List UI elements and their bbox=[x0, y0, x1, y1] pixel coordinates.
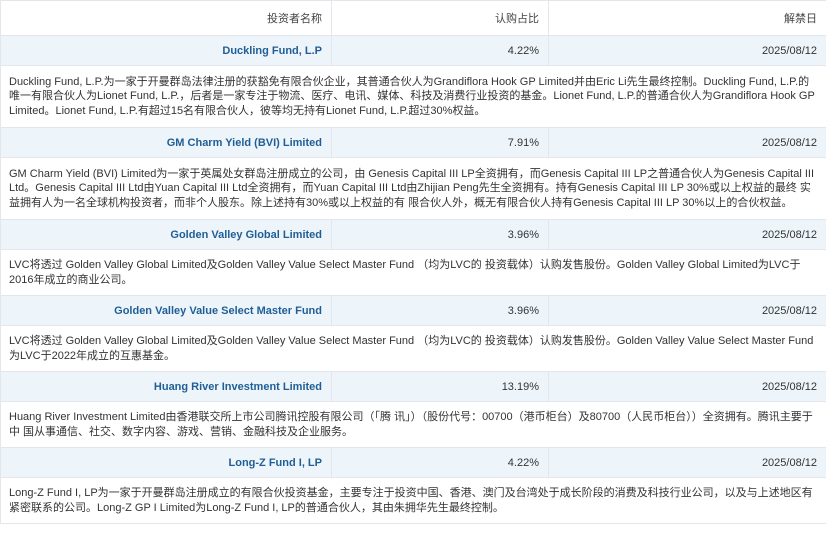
header-unlock-date: 解禁日 bbox=[548, 0, 826, 36]
investor-description: GM Charm Yield (BVI) Limited为一家于英属处女群岛注册… bbox=[0, 157, 826, 220]
subscription-ratio-cell: 3.96% bbox=[331, 295, 549, 326]
investor-name-cell[interactable]: Golden Valley Global Limited bbox=[0, 219, 332, 250]
subscription-ratio-cell: 3.96% bbox=[331, 219, 549, 250]
investor-name-cell[interactable]: Golden Valley Value Select Master Fund bbox=[0, 295, 332, 326]
investor-description: LVC将透过 Golden Valley Global Limited及Gold… bbox=[0, 249, 826, 296]
investor-name-cell[interactable]: Duckling Fund, L.P bbox=[0, 35, 332, 66]
investor-name-cell[interactable]: GM Charm Yield (BVI) Limited bbox=[0, 127, 332, 158]
unlock-date-cell: 2025/08/12 bbox=[548, 127, 826, 158]
investor-row: Long-Z Fund I, LP 4.22% 2025/08/12 bbox=[0, 447, 826, 478]
investor-name-cell[interactable]: Huang River Investment Limited bbox=[0, 371, 332, 402]
investor-description-row: Duckling Fund, L.P.为一家于开曼群岛法律注册的获豁免有限合伙企… bbox=[0, 65, 826, 128]
investor-description: Long-Z Fund I, LP为一家于开曼群岛注册成立的有限合伙投资基金，主… bbox=[0, 477, 826, 524]
investor-description: Huang River Investment Limited由香港联交所上市公司… bbox=[0, 401, 826, 448]
investor-description-row: Long-Z Fund I, LP为一家于开曼群岛注册成立的有限合伙投资基金，主… bbox=[0, 477, 826, 524]
investor-description-row: LVC将透过 Golden Valley Global Limited及Gold… bbox=[0, 249, 826, 296]
subscription-ratio-cell: 4.22% bbox=[331, 35, 549, 66]
subscription-ratio-cell: 13.19% bbox=[331, 371, 549, 402]
unlock-date-cell: 2025/08/12 bbox=[548, 295, 826, 326]
unlock-date-cell: 2025/08/12 bbox=[548, 371, 826, 402]
investor-description-row: Huang River Investment Limited由香港联交所上市公司… bbox=[0, 401, 826, 448]
investor-description: Duckling Fund, L.P.为一家于开曼群岛法律注册的获豁免有限合伙企… bbox=[0, 65, 826, 128]
investor-row: Golden Valley Value Select Master Fund 3.… bbox=[0, 295, 826, 326]
subscription-ratio-cell: 4.22% bbox=[331, 447, 549, 478]
investor-table: 投资者名称 认购占比 解禁日 Duckling Fund, L.P 4.22% 20… bbox=[0, 0, 826, 524]
subscription-ratio-cell: 7.91% bbox=[331, 127, 549, 158]
investor-description-row: LVC将透过 Golden Valley Global Limited及Gold… bbox=[0, 325, 826, 372]
investor-name-cell[interactable]: Long-Z Fund I, LP bbox=[0, 447, 332, 478]
header-subscription-ratio: 认购占比 bbox=[331, 0, 549, 36]
investor-row: Huang River Investment Limited 13.19% 2025… bbox=[0, 371, 826, 402]
header-investor-name: 投资者名称 bbox=[0, 0, 332, 36]
unlock-date-cell: 2025/08/12 bbox=[548, 35, 826, 66]
investor-description-row: GM Charm Yield (BVI) Limited为一家于英属处女群岛注册… bbox=[0, 157, 826, 220]
investor-row: GM Charm Yield (BVI) Limited 7.91% 2025/08… bbox=[0, 127, 826, 158]
investor-row: Golden Valley Global Limited 3.96% 2025/08… bbox=[0, 219, 826, 250]
table-header-row: 投资者名称 认购占比 解禁日 bbox=[0, 0, 826, 36]
investor-description: LVC将透过 Golden Valley Global Limited及Gold… bbox=[0, 325, 826, 372]
unlock-date-cell: 2025/08/12 bbox=[548, 447, 826, 478]
unlock-date-cell: 2025/08/12 bbox=[548, 219, 826, 250]
table-body: Duckling Fund, L.P 4.22% 2025/08/12 Ducklin… bbox=[0, 35, 826, 524]
investor-row: Duckling Fund, L.P 4.22% 2025/08/12 bbox=[0, 35, 826, 66]
